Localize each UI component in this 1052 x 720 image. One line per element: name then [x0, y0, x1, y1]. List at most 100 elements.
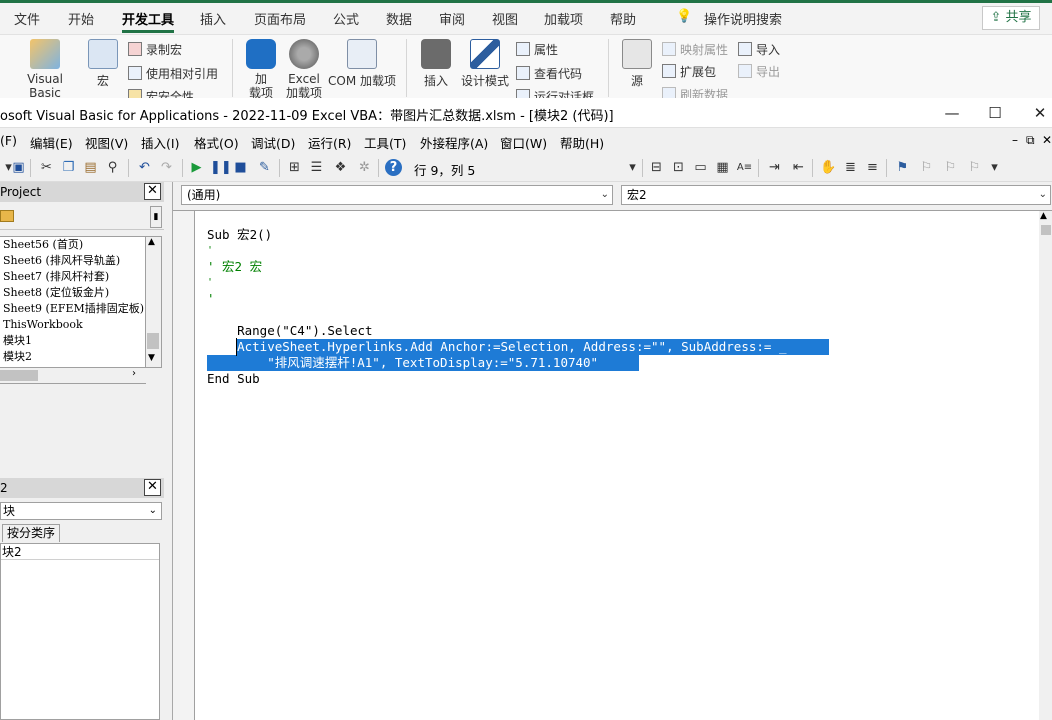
scroll-down-icon[interactable]: ▼	[148, 353, 155, 363]
code-editor[interactable]: ▲ Sub 宏2() ' ' 宏2 宏 ' ' Range("C4").Sele…	[173, 210, 1052, 720]
tab-review[interactable]: 审阅	[439, 9, 465, 28]
list-properties-icon[interactable]: ⊟	[648, 159, 665, 176]
redo-icon[interactable]: ↷	[158, 159, 175, 176]
scroll-up-icon[interactable]: ▲	[148, 237, 155, 247]
mdi-restore-button[interactable]: ⧉	[1026, 133, 1035, 148]
tree-item-thisworkbook[interactable]: ThisWorkbook	[0, 317, 145, 333]
properties-window-icon[interactable]: ☰	[308, 159, 325, 176]
run-icon[interactable]: ▶	[188, 159, 205, 176]
tab-home[interactable]: 开始	[68, 9, 94, 28]
record-macro-button[interactable]: 录制宏	[128, 41, 182, 58]
menu-view[interactable]: 视图(V)	[85, 133, 128, 152]
tab-help[interactable]: 帮助	[610, 9, 636, 28]
menu-run[interactable]: 运行(R)	[308, 133, 351, 152]
tree-item-sheet7[interactable]: Sheet7 (排风杆衬套)	[0, 269, 145, 285]
close-button[interactable]: ✕	[1020, 101, 1052, 125]
tab-page-layout[interactable]: 页面布局	[254, 9, 306, 28]
tab-developer[interactable]: 开发工具	[122, 9, 175, 33]
find-icon[interactable]: ⚲	[104, 159, 121, 176]
tree-item-sheet6[interactable]: Sheet6 (排风杆导轨盖)	[0, 253, 145, 269]
tab-insert[interactable]: 插入	[200, 9, 226, 28]
menu-debug[interactable]: 调试(D)	[251, 133, 295, 152]
menu-window[interactable]: 窗口(W)	[500, 133, 547, 152]
menu-insert[interactable]: 插入(I)	[141, 133, 179, 152]
toolbar-overflow-icon[interactable]: ▾	[986, 159, 1003, 176]
tree-item-sheet8[interactable]: Sheet8 (定位钣金片)	[0, 285, 145, 301]
properties-pane-close-button[interactable]: ✕	[144, 479, 161, 496]
cut-icon[interactable]: ✂	[38, 159, 55, 176]
share-button[interactable]: ⇪ 共享	[982, 6, 1040, 30]
source-button[interactable]: 源	[620, 39, 654, 89]
scroll-thumb[interactable]	[147, 333, 159, 349]
maximize-button[interactable]: ☐	[975, 101, 1015, 125]
margin-indicator-bar[interactable]	[173, 211, 195, 720]
design-mode-button[interactable]: 设计模式	[458, 39, 512, 89]
mdi-close-button[interactable]: ✕	[1042, 133, 1052, 147]
h-scroll-thumb[interactable]	[0, 370, 38, 381]
break-icon[interactable]: ❚❚	[210, 159, 232, 176]
previous-bookmark-icon[interactable]: ⚐	[942, 159, 959, 176]
quick-info-icon[interactable]: ▭	[692, 159, 709, 176]
outdent-icon[interactable]: ⇤	[790, 159, 807, 176]
indent-icon[interactable]: ⇥	[766, 159, 783, 176]
import-button[interactable]: 导入	[738, 41, 780, 58]
toolbar-overflow-icon[interactable]: ▾	[624, 159, 641, 176]
view-code-button[interactable]: 查看代码	[516, 65, 582, 82]
copy-icon[interactable]: ❐	[60, 159, 77, 176]
procedure-combo[interactable]: 宏2 ⌄	[621, 185, 1051, 205]
toggle-breakpoint-icon[interactable]: ✋	[820, 159, 837, 176]
toggle-bookmark-icon[interactable]: ⚑	[894, 159, 911, 176]
menu-file[interactable]: (F)	[0, 133, 17, 148]
project-explorer-icon[interactable]: ⊞	[286, 159, 303, 176]
insert-controls-button[interactable]: 插入	[418, 39, 454, 89]
object-combo[interactable]: (通用) ⌄	[181, 185, 613, 205]
menu-help[interactable]: 帮助(H)	[560, 133, 604, 152]
map-properties-button[interactable]: 映射属性	[662, 41, 728, 58]
scroll-thumb[interactable]	[1041, 225, 1051, 235]
project-horizontal-scrollbar[interactable]: ›	[0, 368, 146, 384]
complete-word-icon[interactable]: A≡	[736, 159, 753, 176]
macros-button[interactable]: 宏	[86, 39, 120, 89]
excel-addins-button[interactable]: Excel 加载项	[282, 39, 326, 100]
menu-tools[interactable]: 工具(T)	[364, 133, 406, 152]
next-bookmark-icon[interactable]: ⚐	[918, 159, 935, 176]
export-button[interactable]: 导出	[738, 63, 780, 80]
tab-categorized[interactable]: 按分类序	[2, 524, 61, 542]
project-vertical-scrollbar[interactable]: ▲ ▼	[146, 236, 162, 368]
tab-formulas[interactable]: 公式	[333, 9, 359, 28]
minimize-button[interactable]: —	[932, 101, 972, 125]
expansion-packs-button[interactable]: 扩展包	[662, 63, 716, 80]
scroll-up-icon[interactable]: ▲	[1040, 211, 1047, 221]
tree-item-module1[interactable]: 模块1	[0, 333, 145, 349]
tree-item-sheet56[interactable]: Sheet56 (首页)	[0, 237, 145, 253]
menu-addins[interactable]: 外接程序(A)	[420, 133, 488, 152]
com-addins-button[interactable]: COM 加载项	[326, 39, 398, 89]
toolbox-icon[interactable]: ✲	[356, 159, 373, 176]
reset-icon[interactable]: ■	[232, 159, 249, 176]
code-vertical-scrollbar[interactable]: ▲	[1039, 211, 1052, 720]
tree-item-sheet9[interactable]: Sheet9 (EFEM插排固定板)	[0, 301, 145, 317]
mdi-minimize-button[interactable]: –	[1012, 133, 1018, 147]
tab-file[interactable]: 文件	[14, 9, 40, 28]
undo-icon[interactable]: ↶	[136, 159, 153, 176]
project-toolbar-scroll[interactable]: ▮	[150, 206, 162, 228]
tree-item-module2[interactable]: 模块2	[0, 349, 145, 365]
tab-addins[interactable]: 加载项	[544, 9, 583, 28]
properties-button[interactable]: 属性	[516, 41, 558, 58]
project-pane-close-button[interactable]: ✕	[144, 183, 161, 200]
paste-icon[interactable]: ▤	[82, 159, 99, 176]
comment-block-icon[interactable]: ≣	[842, 159, 859, 176]
parameter-info-icon[interactable]: ▦	[714, 159, 731, 176]
list-constants-icon[interactable]: ⊡	[670, 159, 687, 176]
object-browser-icon[interactable]: ❖	[332, 159, 349, 176]
save-icon[interactable]: ▣	[10, 159, 27, 176]
design-mode-icon[interactable]: ✎	[256, 159, 273, 176]
clear-bookmarks-icon[interactable]: ⚐	[966, 159, 983, 176]
addins-button[interactable]: 加 载项	[244, 39, 278, 100]
tab-view[interactable]: 视图	[492, 9, 518, 28]
property-row[interactable]: 块2	[1, 544, 159, 560]
menu-format[interactable]: 格式(O)	[194, 133, 239, 152]
tell-me-search[interactable]: 操作说明搜索	[704, 9, 782, 28]
menu-edit[interactable]: 编辑(E)	[30, 133, 73, 152]
scroll-right-icon[interactable]: ›	[132, 368, 136, 379]
